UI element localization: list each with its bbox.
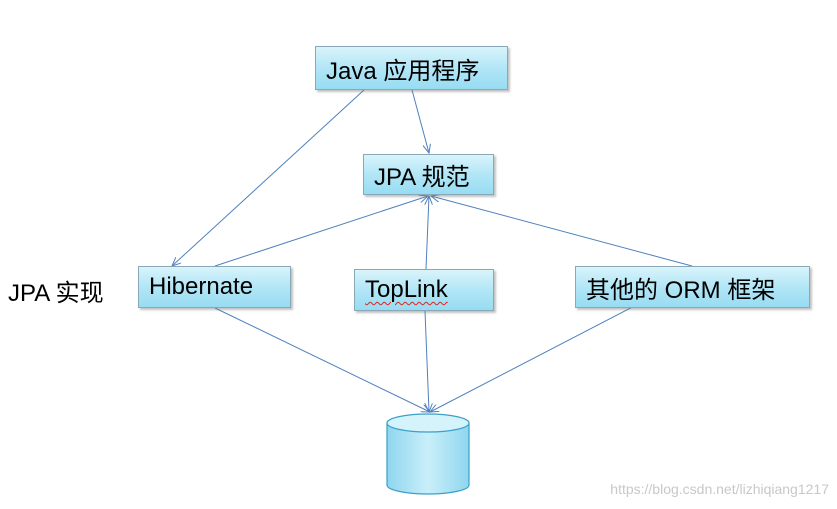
- node-jpa-spec-label: JPA 规范: [374, 164, 470, 191]
- jpa-implementation-label: JPA 实现: [8, 280, 104, 307]
- node-java-application-label: Java 应用程序: [326, 57, 480, 85]
- node-toplink-label: TopLink: [365, 276, 448, 303]
- node-toplink: TopLink: [354, 269, 494, 311]
- node-other-orm-label: 其他的 ORM 框架: [586, 276, 776, 304]
- edge-app-to-hibernate: [172, 89, 365, 266]
- edge-orm-to-database: [430, 298, 649, 412]
- node-jpa-spec: JPA 规范: [363, 154, 494, 195]
- edge-hibernate-to-spec: [214, 196, 428, 267]
- edge-hibernate-to-database: [214, 307, 430, 412]
- node-java-application: Java 应用程序: [315, 46, 508, 90]
- edge-app-to-spec: [411, 89, 429, 153]
- edge-toplink-to-database: [424, 310, 429, 412]
- edge-toplink-to-spec: [426, 196, 429, 270]
- edge-orm-to-spec: [431, 196, 693, 267]
- node-hibernate: Hibernate: [138, 266, 291, 308]
- database-icon: [386, 413, 470, 495]
- watermark: https://blog.csdn.net/lizhiqiang1217: [610, 481, 829, 497]
- node-hibernate-label: Hibernate: [149, 273, 254, 300]
- node-other-orm: 其他的 ORM 框架: [575, 266, 810, 308]
